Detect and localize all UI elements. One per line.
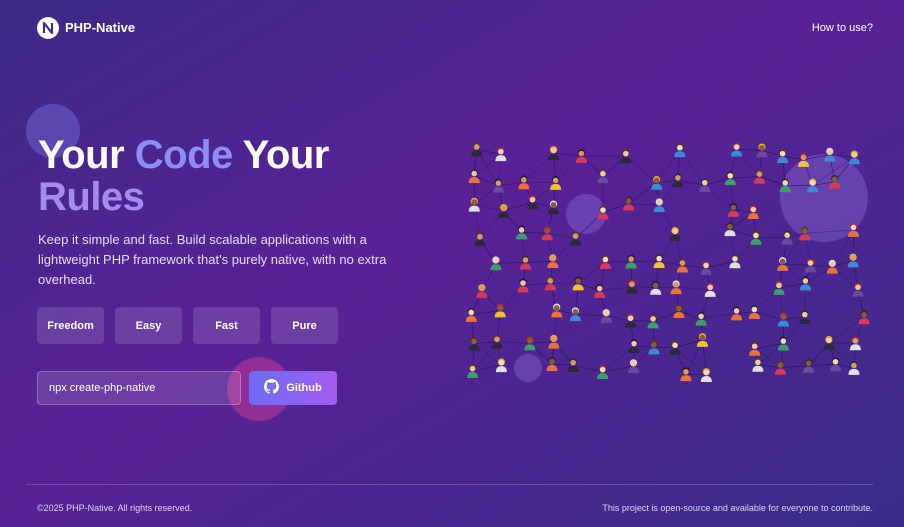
person-avatar-icon	[747, 205, 759, 219]
person-avatar-icon	[731, 306, 743, 321]
github-button-label: Github	[286, 382, 322, 394]
person-avatar-icon	[476, 284, 488, 298]
person-avatar-icon	[517, 278, 529, 293]
feature-tags: Freedom Easy Fast Pure	[37, 307, 338, 344]
person-avatar-icon	[471, 142, 483, 157]
footer-note: This project is open-source and availabl…	[602, 503, 873, 513]
person-avatar-icon	[570, 231, 582, 246]
person-avatar-icon	[724, 222, 736, 237]
brand[interactable]: PHP-Native	[37, 16, 136, 39]
people-network-illustration	[466, 142, 870, 382]
hero-subtitle: Keep it simple and fast. Build scalable …	[38, 232, 387, 287]
person-avatar-icon	[551, 303, 563, 318]
site-header: PHP-Native How to use?	[37, 15, 873, 40]
person-avatar-icon	[600, 309, 612, 323]
person-avatar-icon	[495, 147, 507, 162]
github-icon	[264, 379, 280, 397]
person-avatar-icon	[674, 143, 686, 158]
person-avatar-icon	[847, 253, 859, 268]
person-avatar-icon	[777, 312, 789, 327]
person-avatar-icon	[494, 303, 506, 318]
person-avatar-icon	[700, 261, 712, 275]
person-avatar-icon	[468, 197, 480, 212]
how-to-use-link[interactable]: How to use?	[812, 22, 873, 34]
person-avatar-icon	[773, 281, 785, 295]
tag-freedom[interactable]: Freedom	[37, 307, 104, 344]
person-avatar-icon	[468, 169, 480, 183]
footer-copyright: ©2025 PHP-Native. All rights reserved.	[37, 503, 193, 513]
title-word-your: Your	[38, 133, 125, 177]
person-avatar-icon	[774, 360, 786, 375]
person-avatar-icon	[492, 178, 504, 193]
person-avatar-icon	[848, 361, 860, 375]
title-word-code: Code	[134, 133, 234, 177]
title-word-rules: Rules	[38, 175, 145, 219]
person-avatar-icon	[749, 341, 761, 356]
person-avatar-icon	[597, 169, 609, 184]
person-avatar-icon	[651, 175, 663, 190]
install-command-field[interactable]	[37, 371, 241, 405]
person-avatar-icon	[548, 200, 560, 215]
brand-name: PHP-Native	[65, 20, 136, 35]
person-avatar-icon	[852, 282, 864, 297]
person-avatar-icon	[704, 283, 716, 297]
person-avatar-icon	[673, 304, 685, 319]
tag-fast[interactable]: Fast	[193, 307, 260, 344]
person-avatar-icon	[724, 171, 736, 186]
person-avatar-icon	[699, 178, 711, 193]
php-native-logo-icon	[37, 16, 59, 39]
github-button[interactable]: Github	[249, 371, 337, 405]
hero-title: Your Code Your Rules	[38, 134, 329, 218]
footer-divider	[26, 484, 873, 485]
person-avatar-icon	[548, 146, 560, 160]
person-avatar-icon	[526, 195, 538, 210]
person-avatar-icon	[777, 149, 789, 164]
person-avatar-icon	[672, 173, 684, 188]
person-avatar-icon	[627, 359, 639, 374]
person-avatar-icon	[799, 276, 811, 291]
tag-pure[interactable]: Pure	[271, 307, 338, 344]
person-avatar-icon	[597, 365, 609, 380]
person-avatar-icon	[826, 259, 838, 274]
person-avatar-icon	[848, 150, 860, 165]
person-avatar-icon	[799, 310, 811, 325]
person-avatar-icon	[858, 310, 870, 325]
tag-easy[interactable]: Easy	[115, 307, 182, 344]
person-avatar-icon	[752, 357, 764, 372]
person-avatar-icon	[696, 333, 708, 347]
title-word-your-2: Your	[242, 133, 330, 177]
person-avatar-icon	[468, 336, 480, 351]
person-avatar-icon	[669, 227, 681, 241]
person-avatar-icon	[594, 284, 606, 298]
person-avatar-icon	[498, 204, 510, 218]
person-avatar-icon	[495, 358, 507, 373]
person-avatar-icon	[695, 311, 707, 326]
person-avatar-icon	[466, 308, 477, 322]
install-command-input[interactable]	[49, 382, 229, 394]
